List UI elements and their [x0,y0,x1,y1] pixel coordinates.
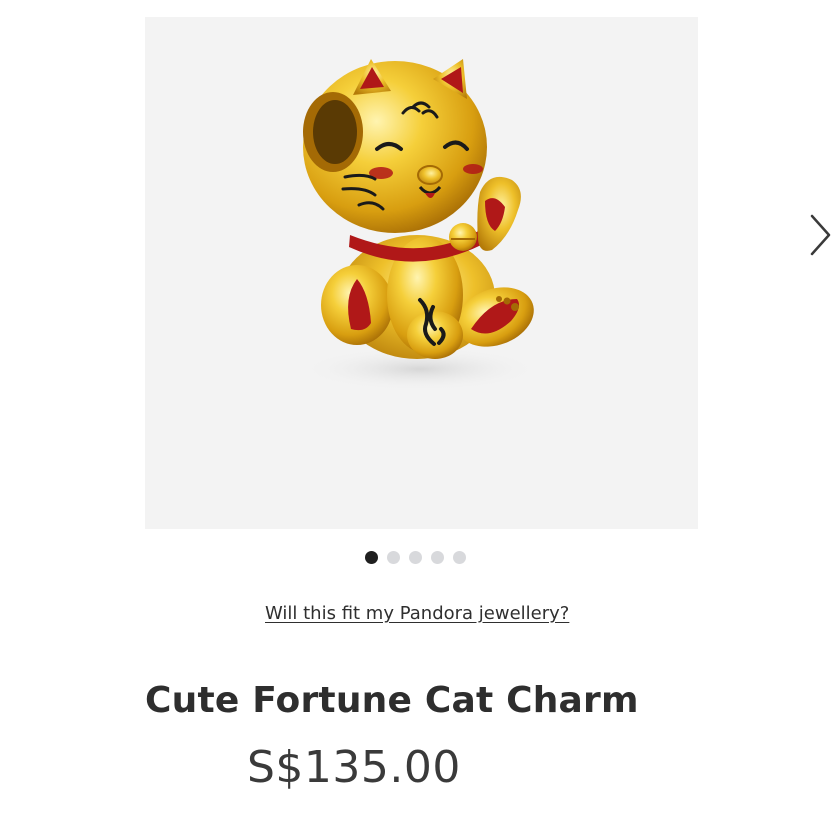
pagination-dot-2[interactable] [387,550,400,564]
gallery-pagination-dots [365,549,466,565]
pagination-dot-4[interactable] [431,550,444,564]
fit-check-link[interactable]: Will this fit my Pandora jewellery? [265,603,569,624]
fortune-cat-charm-image [300,59,540,391]
product-title: Cute Fortune Cat Charm [145,680,639,721]
chevron-right-icon[interactable] [803,208,837,262]
product-image-gallery[interactable] [145,17,831,529]
product-price: S$135.00 [247,742,461,793]
pagination-dot-5[interactable] [453,550,466,564]
product-page: Will this fit my Pandora jewellery? Cute… [0,0,840,840]
pagination-dot-1[interactable] [365,550,378,564]
pagination-dot-3[interactable] [409,550,422,564]
